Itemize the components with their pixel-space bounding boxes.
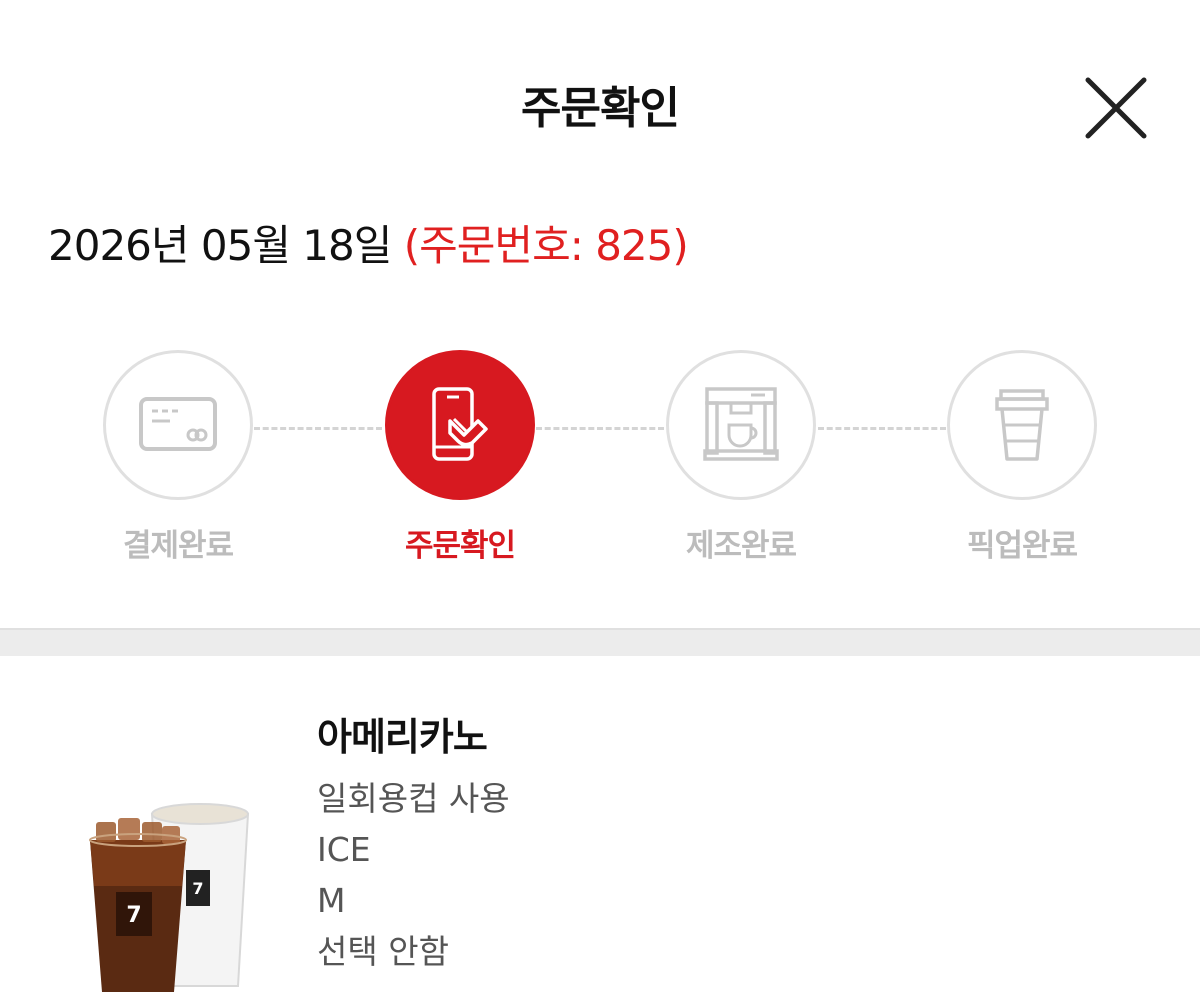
step-payment-complete: 결제완료 <box>103 350 253 565</box>
header: 주문확인 <box>0 0 1200 210</box>
close-icon <box>1085 77 1147 139</box>
credit-card-icon <box>139 397 217 451</box>
item-option: M <box>317 881 346 920</box>
svg-text:7: 7 <box>126 903 141 928</box>
step-preparation-complete: 제조완료 <box>666 350 816 565</box>
item-options: 일회용컵 사용 ICE M 선택 안함 <box>317 776 510 980</box>
item-option: 선택 안함 <box>317 932 449 971</box>
item-name: 아메리카노 <box>317 715 488 759</box>
takeout-cup-icon <box>995 389 1049 461</box>
order-number: (주문번호: 825) <box>403 221 689 270</box>
progress-connector <box>536 427 664 430</box>
close-button[interactable] <box>1080 72 1152 144</box>
section-divider <box>0 628 1200 656</box>
order-date-line: 2026년 05월 18일 (주문번호: 825) <box>48 212 689 272</box>
mobile-order-icon <box>432 387 488 461</box>
order-progress: 결제완료 주문확인 제조완료 픽업완료 <box>0 350 1200 564</box>
step-circle <box>666 350 816 500</box>
step-label: 제조완료 <box>685 528 797 564</box>
page-title: 주문확인 <box>521 83 680 134</box>
step-label: 주문확인 <box>404 528 516 564</box>
coffee-machine-icon <box>703 387 779 461</box>
progress-connector <box>254 427 382 430</box>
step-circle <box>103 350 253 500</box>
step-circle <box>947 350 1097 500</box>
step-circle <box>385 350 535 500</box>
step-pickup-complete: 픽업완료 <box>947 350 1097 565</box>
americano-drink-image: 7 7 <box>89 803 250 992</box>
step-label: 결제완료 <box>122 528 234 564</box>
order-date: 2026년 05월 18일 <box>48 221 392 270</box>
order-confirmation-screen: 주문확인 2026년 05월 18일 (주문번호: 825) 결제완료 주문확인… <box>0 0 1200 1007</box>
step-label: 픽업완료 <box>966 528 1078 564</box>
order-item: 7 7 아메리카노 일회용컵 사용 ICE M 선택 안함 <box>0 656 1200 1007</box>
item-option: 일회용컵 사용 <box>317 779 510 818</box>
step-order-confirmed: 주문확인 <box>385 350 535 565</box>
item-option: ICE <box>317 830 371 869</box>
svg-text:7: 7 <box>192 879 203 898</box>
progress-connector <box>818 427 946 430</box>
